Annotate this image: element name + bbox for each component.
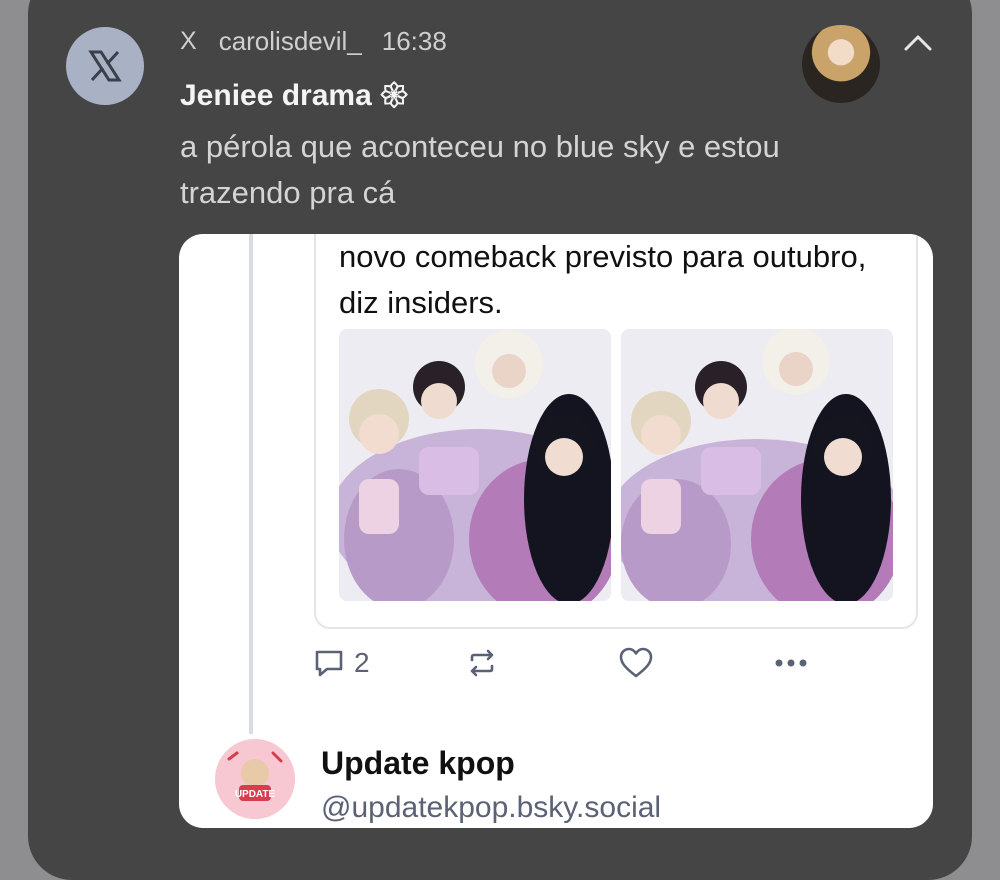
thread-line	[249, 234, 253, 734]
more-icon	[775, 659, 807, 667]
more-options-button[interactable]	[772, 646, 810, 680]
repost-icon	[470, 649, 494, 677]
reply-button[interactable]: 2	[312, 646, 370, 680]
profile-avatar-text: UPDATE	[235, 789, 276, 800]
profile-display-name[interactable]: Update kpop	[321, 745, 515, 782]
sender-avatar	[802, 25, 880, 103]
repost-button[interactable]	[465, 646, 499, 680]
username: carolisdevil_	[218, 25, 362, 56]
app-name: X	[180, 26, 197, 55]
embedded-post-text: novo comeback previsto para outubro, diz…	[339, 239, 867, 320]
post-photo-left[interactable]	[339, 329, 611, 601]
like-icon	[619, 647, 653, 678]
chevron-up-icon[interactable]	[902, 30, 934, 56]
post-action-bar: 2	[312, 646, 812, 690]
notification-body: a pérola que aconteceu no blue sky e est…	[180, 129, 780, 210]
profile-avatar[interactable]: UPDATE	[215, 739, 295, 819]
x-logo-glyph	[88, 50, 122, 82]
notification-header: X carolisdevil_ 16:38	[180, 24, 447, 58]
notification-title: Jeniee drama 𑁍	[180, 79, 409, 112]
attached-image-card[interactable]: novo comeback previsto para outubro, diz…	[179, 234, 933, 828]
like-button[interactable]	[618, 646, 654, 680]
reply-count: 2	[354, 647, 370, 678]
reply-icon	[315, 650, 343, 677]
x-logo-icon	[66, 27, 144, 105]
profile-handle[interactable]: @updatekpop.bsky.social	[321, 791, 661, 825]
post-photo-right[interactable]	[621, 329, 893, 601]
timestamp: 16:38	[381, 25, 447, 56]
